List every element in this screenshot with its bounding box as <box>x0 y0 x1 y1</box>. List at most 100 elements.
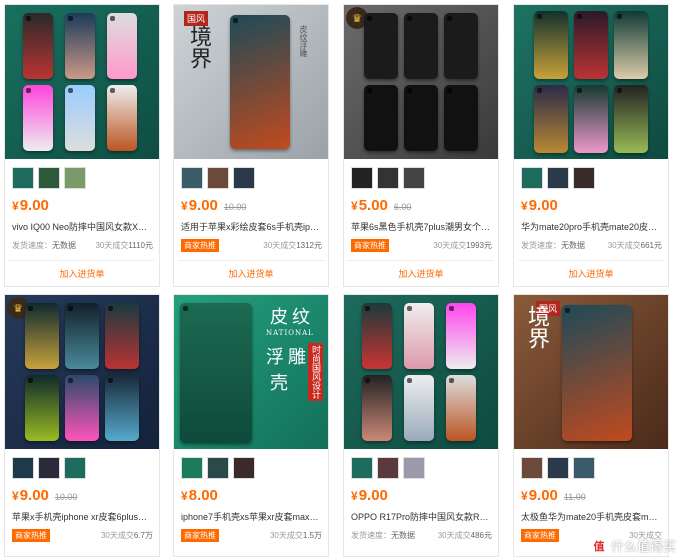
add-to-cart-button[interactable]: 加入进货单 <box>514 261 668 280</box>
phone-case-image <box>446 303 476 369</box>
thumbnail[interactable] <box>38 457 60 479</box>
original-price: 6.00 <box>393 202 412 212</box>
product-title[interactable]: 适用于苹果x彩绘皮套6s手机壳iphone... <box>174 217 328 233</box>
thumbnail[interactable] <box>64 167 86 189</box>
thumbnail[interactable] <box>403 457 425 479</box>
thumbnail[interactable] <box>351 457 373 479</box>
sales-30d: 30天成交1312元 <box>263 240 322 250</box>
add-to-cart-button[interactable]: 加入进货单 <box>344 261 498 280</box>
phone-case-image <box>534 85 568 153</box>
image-headline: 皮 <box>270 307 288 328</box>
product-meta: 商家热推 30天成交1.5万 <box>174 523 328 542</box>
thumbnail[interactable] <box>64 457 86 479</box>
phone-case-image <box>404 13 438 79</box>
thumbnail[interactable] <box>233 457 255 479</box>
thumbnail[interactable] <box>377 167 399 189</box>
phone-case-image <box>180 303 252 443</box>
hot-tag: 商家热推 <box>181 528 219 542</box>
price: ¥9.00 <box>351 487 388 504</box>
thumbnail-strip <box>514 159 668 191</box>
phone-case-image <box>614 85 648 153</box>
price: ¥9.00 <box>181 197 218 214</box>
product-image[interactable]: 皮 纹 NATIONAL 浮 雕 壳 时尚国风设计 <box>174 295 328 449</box>
phone-case-image <box>65 375 99 441</box>
thumbnail[interactable] <box>38 167 60 189</box>
product-title[interactable]: 太极鱼华为mate20手机壳皮套mate20... <box>514 507 668 523</box>
original-price: 10.00 <box>54 492 78 502</box>
ship-speed: 发货速度：无数据 <box>351 530 415 540</box>
phone-case-image <box>404 85 438 151</box>
price: ¥8.00 <box>181 487 218 504</box>
phone-case-image <box>107 85 137 151</box>
phone-case-image <box>107 13 137 79</box>
product-card[interactable]: ¥9.00 华为mate20pro手机壳mate20皮纹20x... 发货速度：… <box>513 4 669 287</box>
thumbnail[interactable] <box>181 167 203 189</box>
product-card[interactable]: ¥9.00 OPPO R17Pro防摔中国风女款R17手... 发货速度：无数据… <box>343 294 499 557</box>
phone-case-image <box>362 303 392 369</box>
product-title[interactable]: 苹果6s黑色手机壳7plus潮男女个性六... <box>344 217 498 233</box>
thumbnail[interactable] <box>573 457 595 479</box>
thumbnail[interactable] <box>521 167 543 189</box>
thumbnail[interactable] <box>181 457 203 479</box>
phone-case-image <box>614 11 648 79</box>
product-card[interactable]: 国风 境界 ¥9.00 11.00 太极鱼华为mate20手机壳皮套mate20.… <box>513 294 669 557</box>
product-meta: 商家热推 30天成交1993元 <box>344 233 498 252</box>
thumbnail[interactable] <box>351 167 373 189</box>
thumbnail[interactable] <box>12 457 34 479</box>
phone-case-image <box>446 375 476 441</box>
phone-case-image <box>574 85 608 153</box>
product-title[interactable]: vivo IQ00 Neo防摔中国风女款X27Pro... <box>5 217 159 233</box>
thumbnail[interactable] <box>573 167 595 189</box>
hot-tag: 商家热推 <box>351 238 389 252</box>
thumbnail[interactable] <box>207 167 229 189</box>
product-card[interactable]: 国风 境界 皮纹浮雕 ¥9.00 10.00 适用于苹果x彩绘皮套6s手机壳iph… <box>173 4 329 287</box>
thumbnail[interactable] <box>403 167 425 189</box>
product-image[interactable]: 国风 境界 皮纹浮雕 <box>174 5 328 159</box>
sales-30d: 30天成交661元 <box>607 240 662 250</box>
sales-30d: 30天成交1.5万 <box>269 530 322 540</box>
phone-case-image <box>404 303 434 369</box>
product-image[interactable]: 国风 境界 <box>514 295 668 449</box>
add-to-cart-button[interactable]: 加入进货单 <box>5 261 159 280</box>
image-ribbon: 国风 <box>184 11 209 26</box>
phone-case-image <box>562 305 632 441</box>
thumbnail[interactable] <box>233 167 255 189</box>
product-title[interactable]: OPPO R17Pro防摔中国风女款R17手... <box>344 507 498 523</box>
phone-case-image <box>444 13 478 79</box>
thumbnail[interactable] <box>207 457 229 479</box>
product-title[interactable]: 苹果x手机壳iphone xr皮套6plus浮雕... <box>5 507 159 523</box>
phone-case-image <box>444 85 478 151</box>
price: ¥9.00 <box>12 487 49 504</box>
phone-case-image <box>230 15 290 149</box>
product-card[interactable]: ♛ ¥9.00 10.00 苹果x手机壳iphone xr皮套6plus浮雕...… <box>4 294 160 557</box>
product-image[interactable] <box>5 5 159 159</box>
product-card[interactable]: ♛ ¥5.00 6.00 苹果6s黑色手机壳7plus潮男女个性六... 商家热推… <box>343 4 499 287</box>
product-image[interactable]: ♛ <box>5 295 159 449</box>
product-title[interactable]: iphone7手机壳xs苹果xr皮套max华为... <box>174 507 328 523</box>
product-meta: 商家热推 30天成交6.7万 <box>5 523 159 542</box>
product-card[interactable]: ¥9.00 vivo IQ00 Neo防摔中国风女款X27Pro... 发货速度… <box>4 4 160 287</box>
sales-30d: 30天成交6.7万 <box>100 530 153 540</box>
price: ¥9.00 <box>521 487 558 504</box>
thumbnail[interactable] <box>377 457 399 479</box>
thumbnail[interactable] <box>521 457 543 479</box>
watermark: 值 什么值得买 <box>590 536 676 555</box>
phone-case-image <box>23 85 53 151</box>
thumbnail[interactable] <box>547 167 569 189</box>
phone-case-image <box>362 375 392 441</box>
product-image[interactable]: ♛ <box>344 5 498 159</box>
thumbnail-strip <box>5 449 159 481</box>
thumbnail-strip <box>5 159 159 191</box>
product-meta: 发货速度：无数据 30天成交661元 <box>514 233 668 252</box>
product-title[interactable]: 华为mate20pro手机壳mate20皮纹20x... <box>514 217 668 233</box>
product-image[interactable] <box>514 5 668 159</box>
thumbnail[interactable] <box>12 167 34 189</box>
thumbnail[interactable] <box>547 457 569 479</box>
thumbnail-strip <box>344 159 498 191</box>
hot-tag: 商家热推 <box>181 238 219 252</box>
product-card[interactable]: 皮 纹 NATIONAL 浮 雕 壳 时尚国风设计 ¥8.00 iphone7手… <box>173 294 329 557</box>
phone-case-image <box>534 11 568 79</box>
add-to-cart-button[interactable]: 加入进货单 <box>174 261 328 280</box>
product-image[interactable] <box>344 295 498 449</box>
product-meta: 商家热推 30天成交1312元 <box>174 233 328 252</box>
